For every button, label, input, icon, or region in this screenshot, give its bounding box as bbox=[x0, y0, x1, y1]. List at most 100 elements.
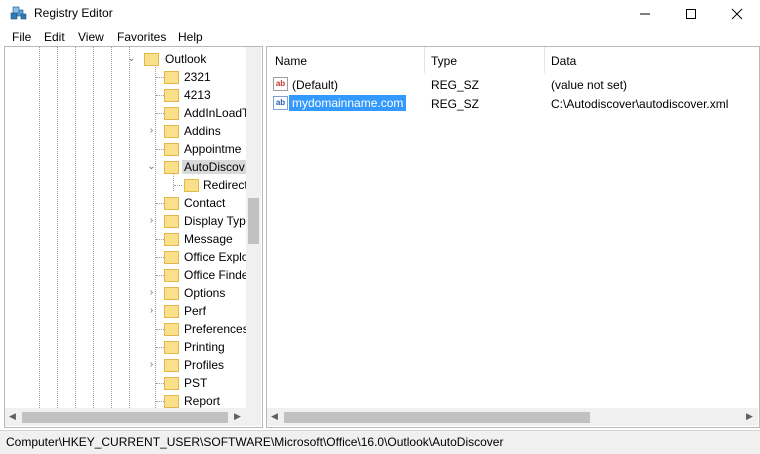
tree-node-options[interactable]: › Options bbox=[5, 284, 246, 302]
minimize-icon bbox=[640, 13, 650, 14]
tree-vertical-scrollbar[interactable] bbox=[246, 47, 261, 408]
tree-node-printing[interactable]: Printing bbox=[5, 338, 246, 356]
menu-favorites[interactable]: Favorites bbox=[117, 30, 166, 44]
value-name: (Default) bbox=[292, 78, 339, 92]
tree-node-message[interactable]: Message bbox=[5, 230, 246, 248]
string-value-icon: ab bbox=[273, 77, 288, 91]
tree-node-label: Contact bbox=[184, 196, 226, 210]
scroll-right-icon[interactable]: ▶ bbox=[742, 408, 757, 425]
folder-icon bbox=[164, 395, 179, 408]
tree-node-label: Outlook bbox=[165, 52, 207, 66]
tree-node-label: Redirect bbox=[203, 178, 246, 192]
folder-icon bbox=[164, 197, 179, 210]
menu-edit[interactable]: Edit bbox=[44, 30, 65, 44]
tree-node-preferences[interactable]: Preferences bbox=[5, 320, 246, 338]
menu-file[interactable]: File bbox=[12, 30, 31, 44]
scroll-left-icon[interactable]: ◀ bbox=[5, 408, 20, 425]
folder-icon bbox=[164, 233, 179, 246]
column-separator[interactable] bbox=[544, 47, 545, 73]
tree-node-outlook[interactable]: ⌄ Outlook bbox=[5, 50, 246, 68]
folder-icon bbox=[164, 71, 179, 84]
list-horizontal-scroll-thumb[interactable] bbox=[284, 412, 590, 423]
folder-icon bbox=[144, 53, 159, 66]
tree-node-2321[interactable]: 2321 bbox=[5, 68, 246, 86]
registry-tree: ⌄ Outlook 2321 4213 AddInLoadT › Addins bbox=[5, 47, 246, 408]
tree-node-office-explorer[interactable]: Office Explo bbox=[5, 248, 246, 266]
folder-icon bbox=[164, 125, 179, 138]
registry-tree-pane[interactable]: ⌄ Outlook 2321 4213 AddInLoadT › Addins bbox=[4, 46, 263, 428]
folder-icon bbox=[164, 377, 179, 390]
folder-icon bbox=[164, 287, 179, 300]
tree-node-addins[interactable]: › Addins bbox=[5, 122, 246, 140]
maximize-icon bbox=[686, 8, 696, 19]
folder-icon bbox=[164, 341, 179, 354]
tree-node-report[interactable]: Report bbox=[5, 392, 246, 408]
tree-node-contact[interactable]: Contact bbox=[5, 194, 246, 212]
tree-horizontal-scrollbar[interactable]: ◀ ▶ bbox=[5, 408, 261, 426]
minimize-button[interactable] bbox=[622, 0, 668, 27]
value-data: (value not set) bbox=[551, 78, 628, 92]
menu-view[interactable]: View bbox=[78, 30, 104, 44]
tree-node-profiles[interactable]: › Profiles bbox=[5, 356, 246, 374]
window-title: Registry Editor bbox=[34, 6, 113, 20]
folder-icon bbox=[164, 269, 179, 282]
tree-node-autodiscover[interactable]: ⌄ AutoDiscov bbox=[5, 158, 246, 176]
tree-horizontal-scroll-thumb[interactable] bbox=[22, 412, 228, 423]
maximize-button[interactable] bbox=[668, 0, 714, 27]
value-type: REG_SZ bbox=[431, 97, 480, 111]
scroll-left-icon[interactable]: ◀ bbox=[267, 408, 282, 425]
folder-icon bbox=[164, 359, 179, 372]
tree-node-appointme[interactable]: Appointme bbox=[5, 140, 246, 158]
column-header-data[interactable]: Data bbox=[551, 47, 576, 73]
chevron-right-icon[interactable]: › bbox=[147, 126, 156, 136]
column-header-type[interactable]: Type bbox=[431, 47, 457, 73]
tree-node-label: 4213 bbox=[184, 88, 211, 102]
registry-path: Computer\HKEY_CURRENT_USER\SOFTWARE\Micr… bbox=[6, 435, 504, 449]
tree-node-label: PST bbox=[184, 376, 208, 390]
tree-vertical-scroll-thumb[interactable] bbox=[248, 198, 259, 244]
tree-node-label: Printing bbox=[184, 340, 225, 354]
tree-node-pst[interactable]: PST bbox=[5, 374, 246, 392]
tree-node-label: Preferences bbox=[184, 322, 246, 336]
registry-editor-icon bbox=[10, 6, 27, 20]
column-header-name[interactable]: Name bbox=[275, 47, 307, 73]
folder-icon bbox=[164, 107, 179, 120]
tree-node-label: 2321 bbox=[184, 70, 211, 84]
tree-node-label: Message bbox=[184, 232, 233, 246]
tree-node-label: Display Typ bbox=[184, 214, 246, 228]
tree-node-addinload[interactable]: AddInLoadT bbox=[5, 104, 246, 122]
list-horizontal-scrollbar[interactable]: ◀ ▶ bbox=[267, 408, 758, 426]
value-data: C:\Autodiscover\autodiscover.xml bbox=[551, 97, 729, 111]
close-button[interactable] bbox=[714, 0, 760, 27]
close-icon bbox=[731, 8, 743, 19]
folder-icon bbox=[164, 305, 179, 318]
tree-node-label: Profiles bbox=[184, 358, 225, 372]
tree-node-perf[interactable]: › Perf bbox=[5, 302, 246, 320]
folder-icon bbox=[164, 143, 179, 156]
chevron-right-icon[interactable]: › bbox=[147, 306, 156, 316]
chevron-right-icon[interactable]: › bbox=[147, 288, 156, 298]
table-row[interactable]: ab (Default) REG_SZ (value not set) bbox=[267, 75, 742, 93]
menu-bar: File Edit View Favorites Help bbox=[0, 28, 760, 46]
tree-node-label: Report bbox=[184, 394, 221, 408]
chevron-right-icon[interactable]: › bbox=[147, 216, 156, 226]
column-separator[interactable] bbox=[424, 47, 425, 73]
folder-icon bbox=[184, 179, 199, 192]
tree-node-redirect[interactable]: Redirect bbox=[5, 176, 246, 194]
chevron-right-icon[interactable]: › bbox=[147, 360, 156, 370]
status-bar: Computer\HKEY_CURRENT_USER\SOFTWARE\Micr… bbox=[0, 430, 760, 454]
tree-node-4213[interactable]: 4213 bbox=[5, 86, 246, 104]
chevron-down-icon[interactable]: ⌄ bbox=[147, 162, 156, 172]
string-value-icon: ab bbox=[273, 96, 288, 110]
tree-node-office-finder[interactable]: Office Finde bbox=[5, 266, 246, 284]
folder-icon bbox=[164, 323, 179, 336]
menu-help[interactable]: Help bbox=[178, 30, 203, 44]
chevron-down-icon[interactable]: ⌄ bbox=[127, 54, 136, 64]
tree-node-label: Office Finde bbox=[184, 268, 246, 282]
folder-icon bbox=[164, 89, 179, 102]
scroll-right-icon[interactable]: ▶ bbox=[230, 408, 245, 425]
tree-node-display-types[interactable]: › Display Typ bbox=[5, 212, 246, 230]
tree-node-label: Options bbox=[184, 286, 226, 300]
values-list-pane[interactable]: Name Type Data ab (Default) REG_SZ (valu… bbox=[266, 46, 760, 428]
table-row[interactable]: ab mydomainname.com REG_SZ C:\Autodiscov… bbox=[267, 94, 742, 112]
